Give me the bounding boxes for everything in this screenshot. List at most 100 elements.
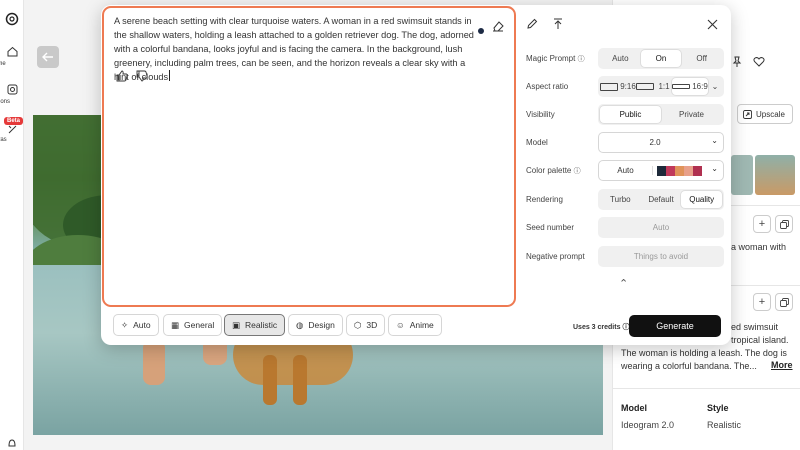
style-design-button[interactable]: ◍ Design	[288, 314, 343, 336]
visibility-label: Visibility	[526, 110, 555, 119]
collapse-chevron-icon[interactable]: ⌃	[619, 277, 628, 290]
rendering-default[interactable]: Default	[641, 191, 682, 208]
camera-icon: ▣	[232, 319, 241, 330]
negative-prompt-input[interactable]: Things to avoid	[598, 246, 724, 267]
home-icon[interactable]	[0, 46, 24, 57]
visibility-private[interactable]: Private	[661, 106, 722, 123]
arrow-left-icon	[42, 52, 53, 62]
thumbs-up-icon[interactable]	[116, 69, 128, 87]
style-label: General	[184, 320, 215, 330]
add-button[interactable]: +	[753, 215, 771, 233]
canvas-icon[interactable]	[0, 124, 24, 135]
prompt-snippet-2a: ed swimsuit	[731, 322, 779, 332]
add-button[interactable]: +	[753, 293, 771, 311]
prompt-snippet-2b: tropical island.	[731, 335, 789, 345]
anime-face-icon: ☺	[396, 320, 405, 330]
copy-button[interactable]	[775, 293, 793, 311]
style-label: Design	[308, 320, 335, 330]
seed-number-label: Seed number	[526, 223, 575, 232]
style-realistic-button[interactable]: ▣ Realistic	[224, 314, 286, 336]
upscale-button[interactable]: Upscale	[737, 104, 793, 124]
magic-prompt-label: Magic Prompt ⓘ	[526, 54, 585, 63]
copy-icon	[779, 297, 789, 307]
magic-prompt-toggle[interactable]: Auto On Off	[598, 48, 724, 69]
nav-label-canvas[interactable]: nvas	[0, 137, 24, 143]
back-button[interactable]	[37, 46, 59, 68]
plus-icon: +	[758, 296, 766, 308]
color-palette-label: Color palette ⓘ	[526, 166, 581, 175]
text-caret	[169, 70, 171, 81]
sparkle-icon: ✧	[121, 319, 129, 330]
logo-icon[interactable]	[0, 12, 24, 26]
aspect-ratio-label: Aspect ratio	[526, 82, 569, 91]
style-value: Realistic	[707, 420, 742, 430]
thumbs-down-icon[interactable]	[136, 69, 148, 87]
nav-label-home[interactable]: ome	[0, 61, 24, 67]
magic-prompt-off[interactable]: Off	[681, 50, 722, 67]
model-select[interactable]: 2.0 ⌄	[598, 132, 724, 153]
prompt-snippet-1: a woman with	[731, 242, 787, 252]
prompt-textarea[interactable]: A serene beach setting with clear turquo…	[102, 6, 516, 307]
magic-prompt-auto[interactable]: Auto	[600, 50, 641, 67]
model-label: Model	[526, 138, 548, 147]
style-anime-button[interactable]: ☺ Anime	[388, 314, 442, 336]
style-3d-button[interactable]: ⬡ 3D	[346, 314, 386, 336]
square-icon	[636, 83, 654, 90]
visibility-public[interactable]: Public	[600, 106, 661, 123]
palette-icon: ◍	[296, 319, 304, 330]
style-auto-button[interactable]: ✧ Auto	[113, 314, 159, 336]
magic-prompt-on[interactable]: On	[640, 50, 682, 67]
eraser-icon[interactable]	[492, 19, 504, 37]
generate-button[interactable]: Generate	[629, 315, 721, 337]
portrait-icon	[600, 82, 618, 91]
style-general-button[interactable]: ▦ General	[163, 314, 223, 336]
prompt-text[interactable]: A serene beach setting with clear turquo…	[114, 14, 482, 84]
upscale-label: Upscale	[756, 109, 785, 119]
creations-icon[interactable]	[0, 84, 24, 95]
visibility-toggle[interactable]: Public Private	[598, 104, 724, 125]
nav-label-creations[interactable]: ations	[0, 99, 24, 105]
color-palette-auto[interactable]: Auto	[599, 166, 653, 175]
heart-icon[interactable]	[753, 55, 765, 73]
plus-icon: +	[758, 218, 766, 230]
copy-icon	[779, 219, 789, 229]
grid-icon: ▦	[171, 319, 180, 330]
rendering-toggle[interactable]: Turbo Default Quality	[598, 189, 724, 210]
prompt-modal: A serene beach setting with clear turquo…	[101, 5, 731, 345]
chevron-down-icon: ⌄	[711, 136, 718, 145]
model-select-value: 2.0	[649, 138, 661, 147]
rendering-quality[interactable]: Quality	[681, 191, 723, 208]
aspect-1-1[interactable]: 1:1	[636, 78, 672, 95]
copy-button[interactable]	[775, 215, 793, 233]
upscale-icon	[743, 109, 752, 119]
rendering-label: Rendering	[526, 195, 563, 204]
aspect-16-9[interactable]: 16:9	[672, 78, 708, 95]
pin-icon[interactable]	[731, 55, 743, 73]
prompt-snippet-2c: The woman is holding a leash. The dog is	[621, 348, 787, 358]
rendering-turbo[interactable]: Turbo	[600, 191, 641, 208]
pencil-icon[interactable]	[526, 17, 538, 35]
aspect-ratio-toggle[interactable]: 9:16 1:1 16:9 ⌄	[598, 76, 724, 97]
style-label: Anime	[409, 320, 434, 330]
thumbnail-2[interactable]	[755, 155, 795, 195]
color-palette-select[interactable]: Auto ⌄	[598, 160, 724, 181]
upload-icon[interactable]	[552, 17, 564, 35]
more-link[interactable]: More	[771, 360, 793, 370]
color-swatches[interactable]	[657, 166, 702, 176]
chevron-down-icon: ⌄	[711, 164, 718, 173]
prompt-text-content: A serene beach setting with clear turquo…	[114, 16, 474, 82]
seed-number-input[interactable]: Auto	[598, 217, 724, 238]
thumbnail-1[interactable]	[731, 155, 753, 195]
swatch	[693, 166, 702, 176]
swatch	[666, 166, 675, 176]
landscape-icon	[672, 84, 690, 89]
divider	[613, 388, 800, 389]
aspect-9-16[interactable]: 9:16	[600, 78, 636, 95]
bell-icon[interactable]	[0, 438, 24, 448]
swatch	[684, 166, 693, 176]
close-icon[interactable]	[707, 17, 718, 35]
style-label: 3D	[366, 320, 378, 330]
style-label: Auto	[133, 320, 151, 330]
chevron-down-icon[interactable]: ⌄	[708, 78, 722, 95]
cursor-dot-icon	[478, 28, 484, 34]
